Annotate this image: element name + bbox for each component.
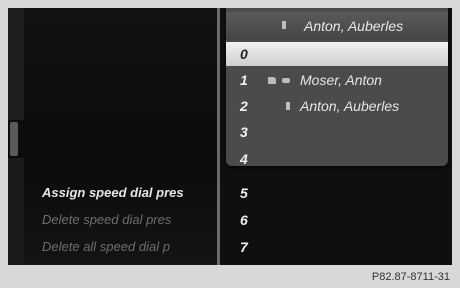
scroll-handle[interactable] xyxy=(10,122,18,156)
options-panel: Assign speed dial pres Delete speed dial… xyxy=(8,8,218,265)
speed-dial-row[interactable]: 1 Moser, Anton xyxy=(226,68,448,92)
menu-item-delete-speed-dial[interactable]: Delete speed dial pres xyxy=(42,212,218,227)
speed-dial-row[interactable]: 2 Anton, Auberles xyxy=(226,94,448,118)
speed-dial-header: Anton, Auberles xyxy=(226,12,448,40)
left-edge-top xyxy=(8,8,24,120)
speed-dial-name: Anton, Auberles xyxy=(300,98,400,114)
speed-dial-number: 0 xyxy=(240,46,248,62)
left-edge-bottom xyxy=(8,158,24,265)
speed-dial-row[interactable]: 5 xyxy=(226,181,448,205)
speed-dial-number: 4 xyxy=(240,151,248,167)
speed-dial-number: 7 xyxy=(240,239,248,255)
small-icon xyxy=(286,102,290,110)
figure-code: P82.87-8711-31 xyxy=(371,271,450,283)
speed-dial-row[interactable]: 4 xyxy=(226,147,448,171)
speed-dial-name: Moser, Anton xyxy=(300,72,382,88)
speed-dial-number: 6 xyxy=(240,212,248,228)
menu-item-assign-speed-dial[interactable]: Assign speed dial pres xyxy=(42,185,218,200)
menu-item-delete-all-speed-dial[interactable]: Delete all speed dial p xyxy=(42,239,218,254)
speed-dial-list: Anton, Auberles 0 1 Moser, Anton 2 Anton… xyxy=(220,8,452,265)
head-unit-screen: Assign speed dial pres Delete speed dial… xyxy=(8,8,452,265)
speed-dial-row[interactable]: 7 xyxy=(226,235,448,259)
hand-icon xyxy=(268,77,276,84)
speed-dial-number: 3 xyxy=(240,124,248,140)
speed-dial-number: 2 xyxy=(240,98,248,114)
speed-dial-header-name: Anton, Auberles xyxy=(304,18,404,34)
speed-dial-number: 5 xyxy=(240,185,248,201)
speed-dial-number: 1 xyxy=(240,72,248,88)
speed-dial-row[interactable]: 0 xyxy=(226,42,448,66)
speed-dial-row[interactable]: 3 xyxy=(226,120,448,144)
speed-dial-row[interactable]: 6 xyxy=(226,208,448,232)
phonebook-entry-icon xyxy=(282,21,286,29)
phone-icon xyxy=(282,78,290,83)
